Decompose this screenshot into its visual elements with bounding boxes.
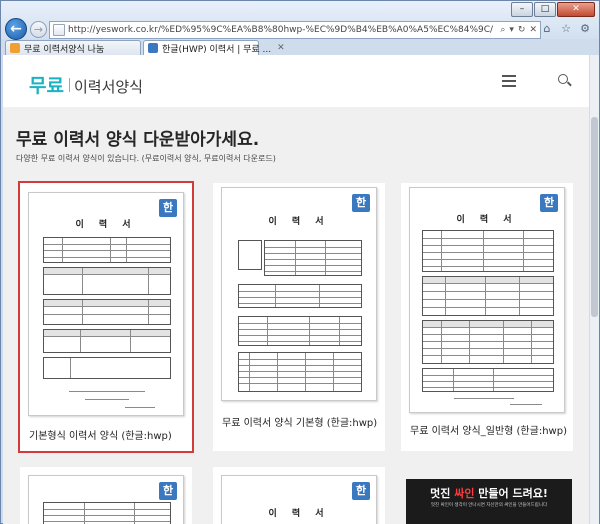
- template-card-basic[interactable]: 한 이 력 서 기본형식 이력서 양식 (한글:hwp): [18, 181, 194, 453]
- refresh-icon[interactable]: ↻: [518, 25, 526, 35]
- site-header: 무료 이력서양식: [3, 55, 589, 107]
- doc-section: [43, 237, 171, 263]
- tab-close-icon[interactable]: ✕: [271, 43, 285, 53]
- card-caption[interactable]: 무료 이력서 양식 기본형 (한글:hwp): [213, 403, 385, 439]
- doc-title: 이 력 서: [268, 509, 330, 519]
- ad-headline-highlight: 싸인: [454, 487, 475, 500]
- doc-section: [422, 368, 554, 392]
- card-caption[interactable]: 기본형식 이력서 양식 (한글:hwp): [20, 416, 192, 452]
- ad-subtext: 멋진 싸인이 생각이 안나시면 자신만의 싸인을 만들어드립니다: [430, 503, 548, 508]
- resume-thumbnail[interactable]: 한 이 력 서: [409, 187, 565, 413]
- browser-window: – □ ✕ ← → http://yeswork.co.kr/%ED%95%9C…: [0, 0, 600, 524]
- sign-ad-banner[interactable]: 멋진 싸인 만들어 드려요! 멋진 싸인이 생각이 안나시면 자신만의 싸인을 …: [406, 479, 572, 524]
- home-icon[interactable]: ⌂: [539, 21, 555, 37]
- maximize-button[interactable]: □: [534, 2, 556, 17]
- tab-favicon-icon: [148, 43, 158, 53]
- search-address-icon[interactable]: ⌕: [500, 25, 505, 35]
- browser-tool-icons: ⌂ ☆ ⚙: [536, 21, 593, 37]
- url-text[interactable]: http://yeswork.co.kr/%ED%95%9C%EA%B8%80h…: [68, 25, 496, 35]
- doc-section: [43, 299, 171, 325]
- doc-section: [43, 357, 171, 379]
- template-card-general[interactable]: 한 이 력 서 무료 이력서 양식_일반형 (한글:hwp): [401, 183, 573, 451]
- page-description: 다양한 무료 이력서 양식이 있습니다. (무료이력서 양식, 무료이력서 다운…: [16, 154, 276, 163]
- hamburger-icon[interactable]: [502, 75, 516, 87]
- doc-section: [238, 284, 362, 308]
- arrow-right-icon: →: [33, 23, 44, 36]
- doc-section: [43, 329, 171, 353]
- site-logo[interactable]: 무료 이력서양식: [29, 71, 143, 98]
- doc-section: [238, 316, 362, 346]
- logo-sub: 이력서양식: [73, 78, 143, 96]
- doc-section: [264, 240, 362, 276]
- doc-section: [43, 502, 171, 524]
- tab-strip: 무료 이력서양식 나눔 한글(HWP) 이력서 | 무료 ... ✕: [5, 40, 285, 55]
- template-card-row2-1[interactable]: 한: [20, 467, 192, 524]
- hwp-badge-icon: 한: [352, 194, 370, 212]
- favorites-icon[interactable]: ☆: [558, 21, 574, 37]
- address-tools: ⌕ ▾ ↻ ✕: [496, 25, 540, 35]
- hwp-badge-icon: 한: [540, 194, 558, 212]
- forward-button[interactable]: →: [30, 21, 47, 38]
- doc-title: 이 력 서: [268, 217, 330, 227]
- hwp-badge-icon: 한: [159, 199, 177, 217]
- tab-label: 한글(HWP) 이력서 | 무료 ...: [162, 44, 272, 55]
- close-window-button[interactable]: ✕: [557, 2, 595, 17]
- page-icon: [53, 24, 65, 36]
- doc-section: [43, 267, 171, 295]
- back-button[interactable]: ←: [5, 18, 27, 40]
- doc-photo-box: [238, 240, 262, 270]
- doc-section: [422, 320, 554, 364]
- doc-section: [422, 276, 554, 316]
- hwp-badge-icon: 한: [159, 482, 177, 500]
- vertical-scrollbar[interactable]: [589, 55, 599, 524]
- tab-hwp-resume[interactable]: 한글(HWP) 이력서 | 무료 ... ✕: [143, 40, 285, 55]
- page-viewport: 무료 이력서양식 무료 이력서 양식 다운받아가세요. 다양한 무료 이력서 양…: [3, 55, 589, 524]
- doc-title: 이 력 서: [75, 220, 137, 230]
- settings-gear-icon[interactable]: ⚙: [577, 21, 593, 37]
- ad-headline: 멋진 싸인 만들어 드려요!: [430, 487, 548, 500]
- search-icon[interactable]: [558, 74, 568, 84]
- tab-label: 무료 이력서양식 나눔: [24, 44, 105, 55]
- window-controls: – □ ✕: [510, 2, 595, 17]
- arrow-left-icon: ←: [10, 21, 22, 37]
- page-title: 무료 이력서 양식 다운받아가세요.: [16, 130, 260, 150]
- resume-thumbnail[interactable]: 한 이 력 서: [221, 475, 377, 524]
- doc-title: 이 력 서: [456, 215, 518, 225]
- minimize-button[interactable]: –: [511, 2, 533, 17]
- tab-resume-share[interactable]: 무료 이력서양식 나눔: [5, 40, 141, 55]
- logo-main: 무료: [29, 75, 64, 97]
- scrollbar-thumb[interactable]: [591, 117, 598, 317]
- doc-section: [422, 230, 554, 272]
- logo-divider: [68, 78, 70, 92]
- template-card-basic-type[interactable]: 한 이 력 서 무료 이력서 양식 기본형 (한글:hwp): [213, 183, 385, 451]
- resume-thumbnail[interactable]: 한 이 력 서: [28, 192, 184, 416]
- dropdown-icon[interactable]: ▾: [509, 25, 514, 35]
- tab-favicon-icon: [10, 43, 20, 53]
- card-caption[interactable]: 무료 이력서 양식_일반형 (한글:hwp): [401, 411, 573, 447]
- resume-thumbnail[interactable]: 한 이 력 서: [221, 187, 377, 401]
- doc-section: [238, 352, 362, 392]
- address-bar[interactable]: http://yeswork.co.kr/%ED%95%9C%EA%B8%80h…: [49, 21, 541, 39]
- template-card-row2-2[interactable]: 한 이 력 서: [213, 467, 385, 524]
- resume-thumbnail[interactable]: 한: [28, 475, 184, 524]
- hwp-badge-icon: 한: [352, 482, 370, 500]
